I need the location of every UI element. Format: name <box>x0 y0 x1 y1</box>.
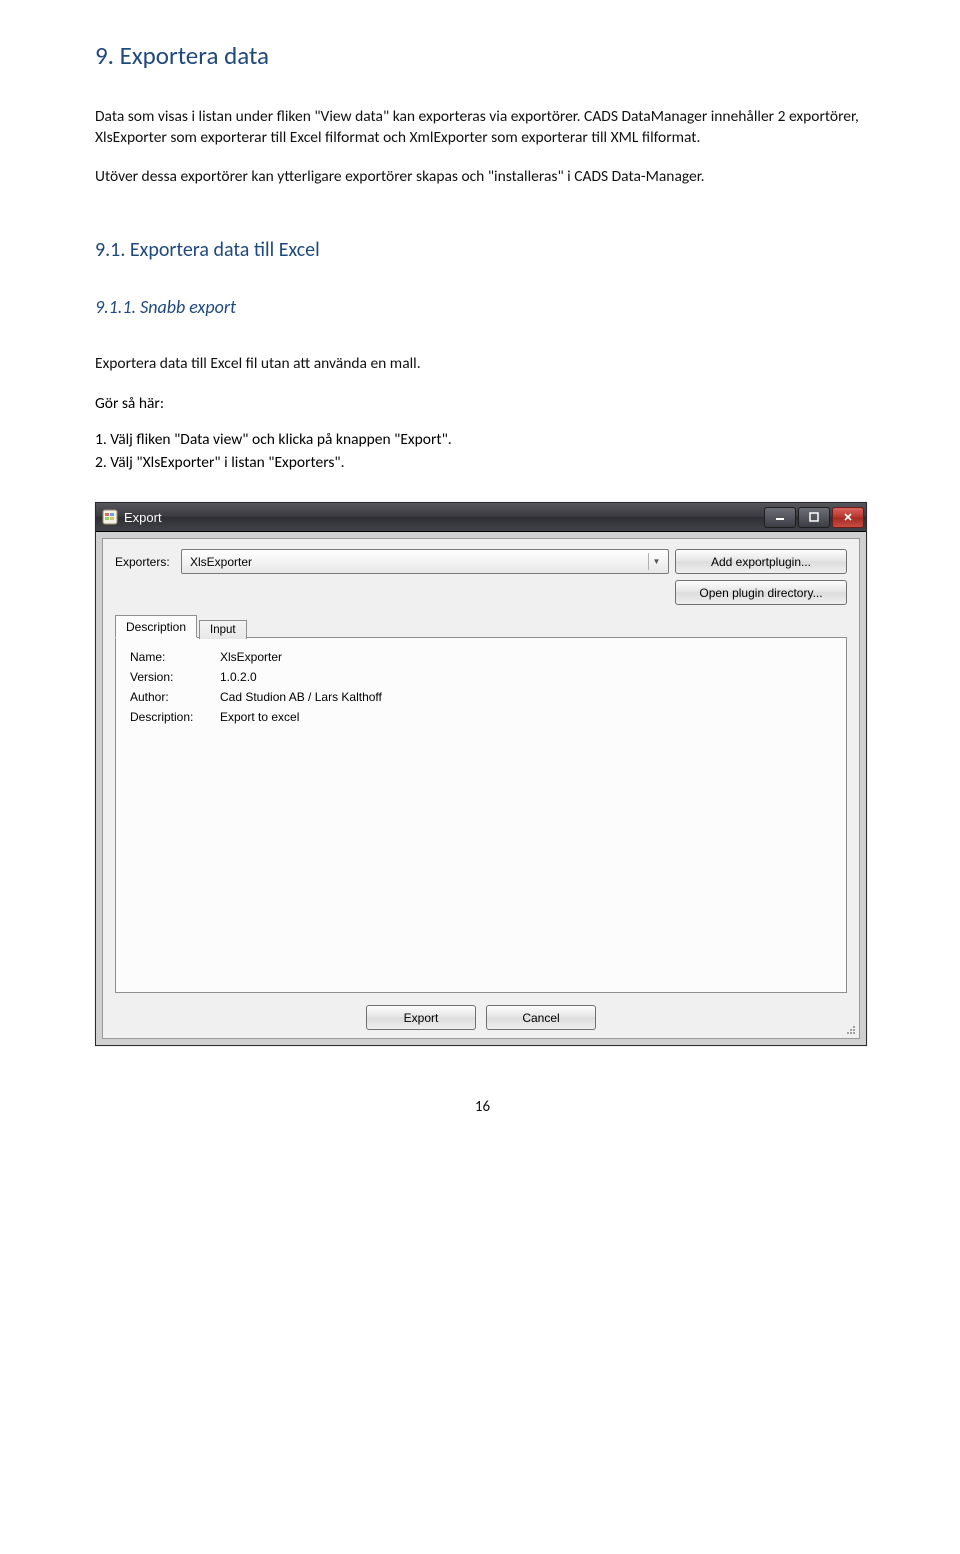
heading-1: 9. Exportera data <box>95 40 870 71</box>
version-value: 1.0.2.0 <box>220 670 257 684</box>
window-title: Export <box>124 510 764 525</box>
steps-title: Gör så här: <box>95 393 870 415</box>
field-row: Author: Cad Studion AB / Lars Kalthoff <box>130 690 832 704</box>
steps-block: Gör så här: 1. Välj fliken "Data view" o… <box>95 393 870 474</box>
tab-description[interactable]: Description <box>115 615 197 638</box>
page-number: 16 <box>95 1098 870 1116</box>
author-value: Cad Studion AB / Lars Kalthoff <box>220 690 382 704</box>
titlebar[interactable]: Export <box>96 503 866 532</box>
window-buttons <box>764 507 864 528</box>
close-button[interactable] <box>832 507 864 528</box>
heading-3: 9.1.1. Snabb export <box>95 296 870 318</box>
document-page: 9. Exportera data Data som visas i lista… <box>0 0 960 1136</box>
window-client-area: Exporters: XlsExporter ▼ Add exportplugi… <box>102 538 860 1039</box>
name-value: XlsExporter <box>220 650 282 664</box>
description-label: Description: <box>130 710 220 724</box>
chevron-down-icon: ▼ <box>648 553 664 570</box>
name-label: Name: <box>130 650 220 664</box>
tab-strip: Description Input <box>115 613 847 637</box>
paragraph: Exportera data till Excel fil utan att a… <box>95 354 870 375</box>
tab-input[interactable]: Input <box>199 620 247 639</box>
paragraph: Data som visas i listan under fliken "Vi… <box>95 107 870 149</box>
app-icon <box>102 509 118 525</box>
step-item: 1. Välj fliken "Data view" och klicka på… <box>95 429 870 451</box>
version-label: Version: <box>130 670 220 684</box>
tabs: Description Input Name: XlsExporter Vers… <box>115 613 847 993</box>
open-plugin-row: Open plugin directory... <box>115 580 847 605</box>
add-exportplugin-button[interactable]: Add exportplugin... <box>675 549 847 574</box>
cancel-button[interactable]: Cancel <box>486 1005 596 1030</box>
author-label: Author: <box>130 690 220 704</box>
tab-panel-description: Name: XlsExporter Version: 1.0.2.0 Autho… <box>115 637 847 993</box>
field-row: Description: Export to excel <box>130 710 832 724</box>
export-window: Export Exporters: XlsExporter ▼ <box>95 502 867 1046</box>
field-row: Version: 1.0.2.0 <box>130 670 832 684</box>
step-item: 2. Välj "XlsExporter" i listan "Exporter… <box>95 452 870 474</box>
paragraph: Utöver dessa exportörer kan ytterligare … <box>95 167 870 188</box>
open-plugin-directory-button[interactable]: Open plugin directory... <box>675 580 847 605</box>
exporters-dropdown[interactable]: XlsExporter ▼ <box>181 549 669 574</box>
export-button[interactable]: Export <box>366 1005 476 1030</box>
exporters-value: XlsExporter <box>190 555 648 569</box>
minimize-button[interactable] <box>764 507 796 528</box>
heading-2: 9.1. Exportera data till Excel <box>95 238 870 262</box>
exporters-row: Exporters: XlsExporter ▼ Add exportplugi… <box>115 549 847 574</box>
description-value: Export to excel <box>220 710 299 724</box>
exporters-label: Exporters: <box>115 555 175 569</box>
field-row: Name: XlsExporter <box>130 650 832 664</box>
maximize-button[interactable] <box>798 507 830 528</box>
dialog-button-bar: Export Cancel <box>115 1005 847 1032</box>
